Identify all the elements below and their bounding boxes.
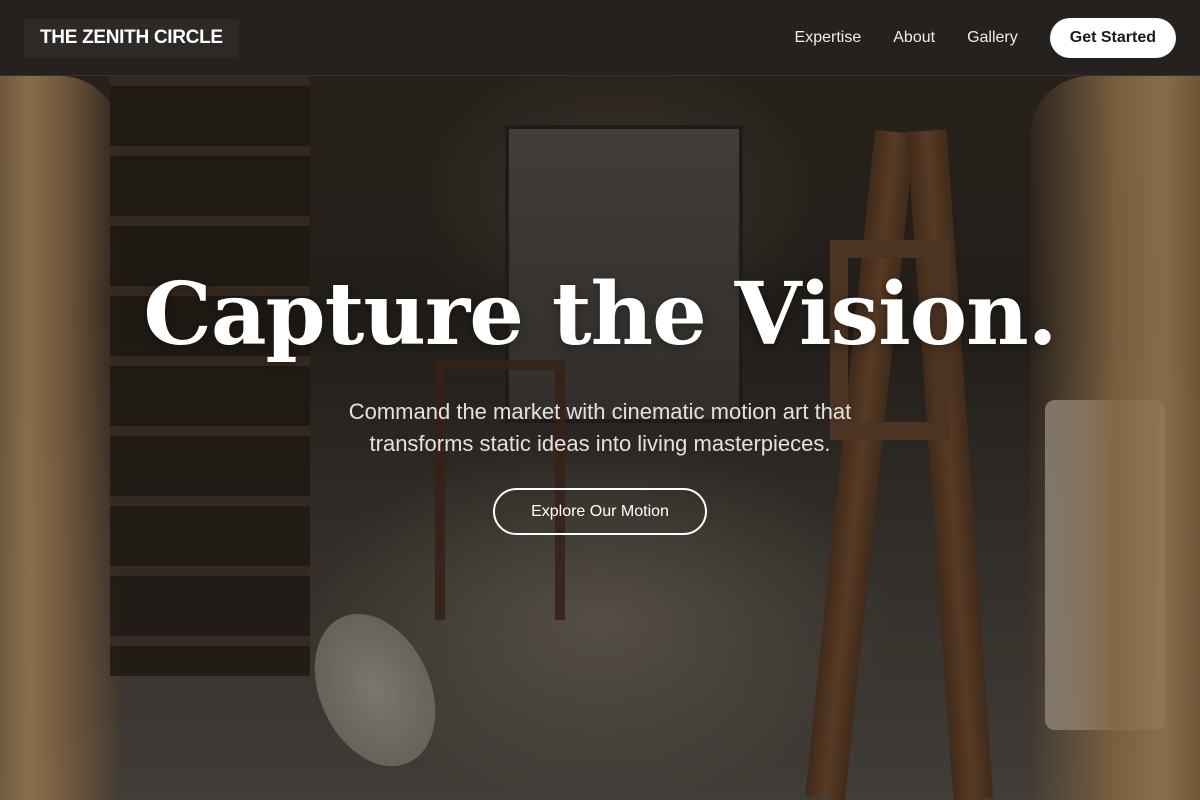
nav-link-about[interactable]: About <box>893 29 935 47</box>
nav-link-gallery[interactable]: Gallery <box>967 29 1018 47</box>
landing-page: THE ZENITH CIRCLE Expertise About Galler… <box>0 0 1200 800</box>
nav-menu: Expertise About Gallery Get Started <box>795 17 1176 58</box>
nav-link-expertise[interactable]: Expertise <box>795 29 862 47</box>
navbar: THE ZENITH CIRCLE Expertise About Galler… <box>0 0 1200 76</box>
brand-logo[interactable]: THE ZENITH CIRCLE <box>24 18 239 57</box>
hero-title: Capture the Vision. <box>143 264 1057 365</box>
get-started-button[interactable]: Get Started <box>1049 17 1176 58</box>
hero-section: Capture the Vision. Command the market w… <box>0 76 1200 800</box>
hero-subtitle: Command the market with cinematic motion… <box>348 399 852 456</box>
explore-motion-button[interactable]: Explore Our Motion <box>493 488 707 535</box>
